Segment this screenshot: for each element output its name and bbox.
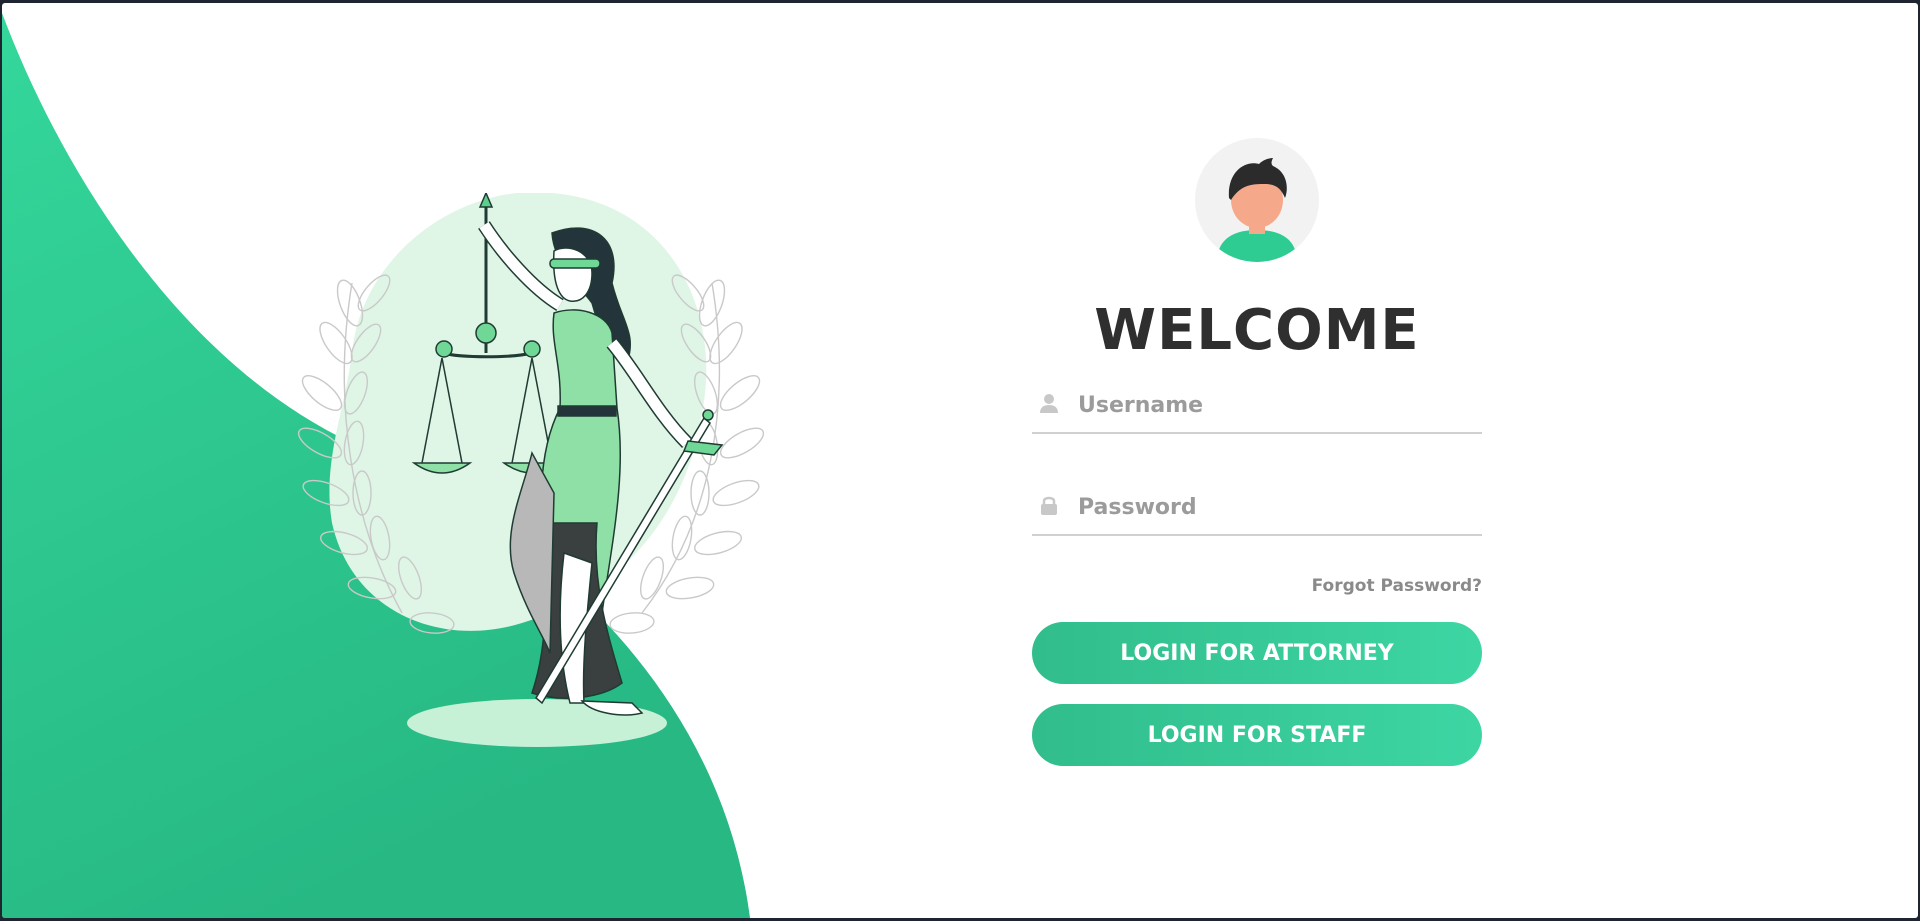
username-input[interactable]	[1076, 386, 1480, 424]
login-attorney-button[interactable]: LOGIN FOR ATTORNEY	[1032, 622, 1482, 684]
user-avatar-icon	[1195, 138, 1319, 262]
lock-icon	[1038, 494, 1060, 516]
login-staff-button[interactable]: LOGIN FOR STAFF	[1032, 704, 1482, 766]
green-wave-background	[2, 13, 750, 918]
forgot-password-link[interactable]: Forgot Password?	[1312, 576, 1482, 596]
password-field	[1032, 482, 1482, 536]
password-input[interactable]	[1076, 488, 1480, 526]
login-page: WELCOME Forgot Password? LOGIN FOR ATTOR…	[2, 3, 1918, 918]
username-field	[1032, 380, 1482, 434]
lady-justice-illustration	[297, 193, 765, 747]
user-icon	[1038, 392, 1060, 414]
welcome-title: WELCOME	[1094, 298, 1420, 363]
